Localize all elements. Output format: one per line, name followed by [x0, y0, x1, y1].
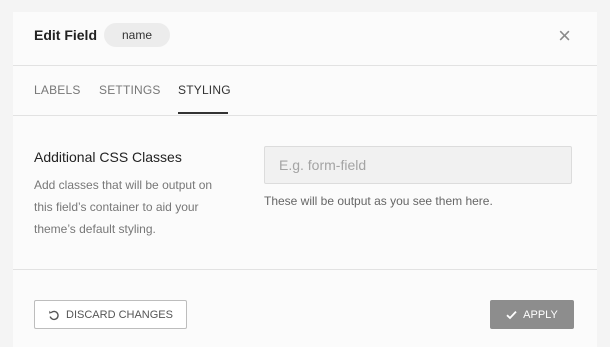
footer-divider	[13, 269, 597, 270]
tab-labels[interactable]: LABELS	[34, 83, 81, 97]
tab-styling[interactable]: STYLING	[178, 83, 231, 97]
field-name-badge: name	[104, 23, 171, 47]
apply-label: APPLY	[523, 308, 558, 321]
edit-field-modal: Edit Field name × LABELS SETTINGS STYLIN…	[13, 12, 597, 347]
close-icon[interactable]: ×	[558, 25, 571, 47]
discard-changes-button[interactable]: DISCARD CHANGES	[34, 300, 187, 329]
modal-title: Edit Field	[34, 27, 97, 43]
css-classes-input[interactable]	[264, 146, 572, 184]
apply-button[interactable]: APPLY	[490, 300, 574, 329]
discard-label: DISCARD CHANGES	[66, 308, 173, 321]
input-helper-text: These will be output as you see them her…	[264, 194, 493, 208]
section-description: Add classes that will be output on this …	[34, 178, 213, 236]
check-icon	[506, 310, 517, 319]
active-tab-indicator	[178, 112, 228, 114]
section-title: Additional CSS Classes	[34, 149, 182, 165]
tab-bar: LABELS SETTINGS STYLING	[13, 66, 597, 116]
undo-icon	[49, 310, 59, 320]
tab-settings[interactable]: SETTINGS	[99, 83, 161, 97]
modal-header: Edit Field name ×	[13, 12, 597, 66]
